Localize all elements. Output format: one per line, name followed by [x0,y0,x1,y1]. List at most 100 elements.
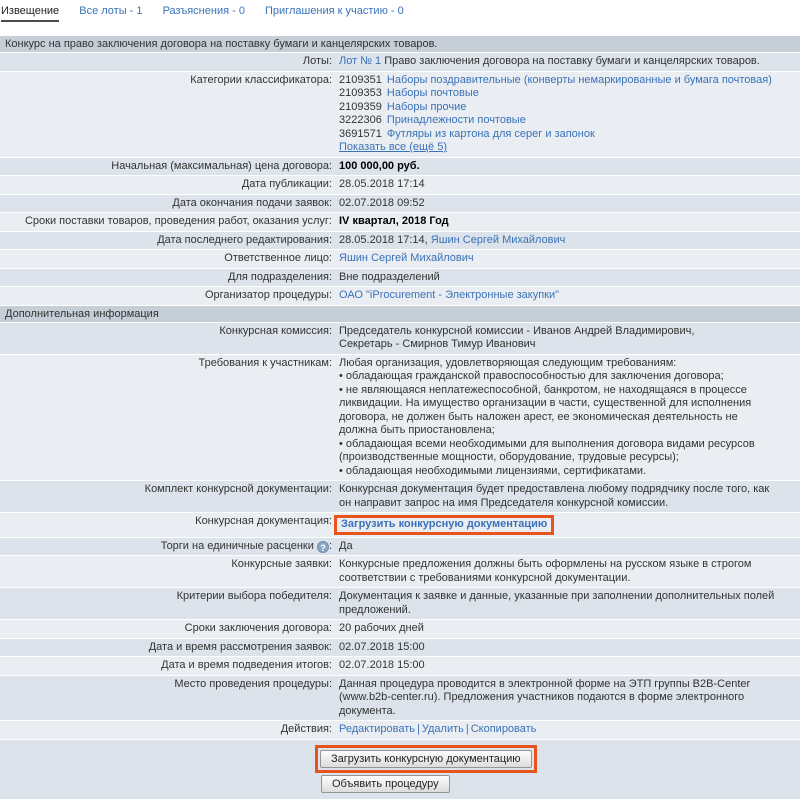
requirement-item: • не являющаяся неплатежеспособной, банк… [339,384,778,438]
row-department-value: Вне подразделений [332,270,800,286]
category-item: 3691571 Футляры из картона для серег и з… [339,128,778,142]
requirement-item: • обладающая гражданской правоспособност… [339,370,778,384]
row-lots: Лоты: Лот № 1 Право заключения договора … [0,53,800,71]
row-publication-date-label: Дата публикации: [0,177,332,193]
tender-notice-page: Извещение Все лоты - 1 Разъяснения - 0 П… [0,0,800,799]
row-department: Для подразделения: Вне подразделений [0,269,800,287]
row-bid-deadline-value: 02.07.2018 09:52 [332,196,800,212]
row-actions-label: Действия: [0,722,332,738]
row-last-edited-label: Дата последнего редактирования: [0,233,332,249]
category-code: 3222306 [339,114,382,126]
delete-action-link[interactable]: Удалить [422,723,464,735]
row-results-date-label: Дата и время подведения итогов: [0,658,332,674]
edit-action-link[interactable]: Редактировать [339,723,415,735]
show-all-categories-link[interactable]: Показать все (ещё 5) [339,141,447,153]
row-actions: Действия: Редактировать|Удалить|Скопиров… [0,721,800,739]
row-responsible-person-label: Ответственное лицо: [0,251,332,267]
additional-info-header: Дополнительная информация [0,306,800,322]
requirement-item: • обладающая всеми необходимыми для выпо… [339,438,778,465]
row-commission: Конкурсная комиссия: Председатель конкур… [0,323,800,354]
row-results-date: Дата и время подведения итогов: 02.07.20… [0,657,800,675]
row-commission-value: Председатель конкурсной комиссии - Ивано… [332,324,800,353]
row-venue-value: Данная процедура проводится в электронно… [332,677,800,720]
row-categories-value: 2109351 Наборы поздравительные (конверты… [332,73,800,156]
row-publication-date-value: 28.05.2018 17:14 [332,177,800,193]
row-doc-download-label: Конкурсная документация: [0,514,332,536]
action-separator: | [417,723,420,735]
row-categories-label: Категории классификатора: [0,73,332,156]
help-icon[interactable]: ? [317,541,329,553]
row-department-label: Для подразделения: [0,270,332,286]
tab-clarifications[interactable]: Разъяснения - 0 [163,5,245,17]
row-price-value: 100 000,00 руб. [332,159,800,175]
row-bid-deadline-label: Дата окончания подачи заявок: [0,196,332,212]
highlight-box: Загрузить конкурсную документацию [334,515,554,535]
row-review-date: Дата и время рассмотрения заявок: 02.07.… [0,639,800,657]
announce-procedure-button[interactable]: Объявить процедуру [321,775,450,793]
row-criteria: Критерии выбора победителя: Документация… [0,588,800,619]
row-review-date-label: Дата и время рассмотрения заявок: [0,640,332,656]
category-code: 2109351 [339,74,382,86]
category-link[interactable]: Наборы поздравительные (конверты немарки… [387,74,772,86]
tab-invitations[interactable]: Приглашения к участию - 0 [265,5,404,17]
row-actions-value: Редактировать|Удалить|Скопировать [332,722,800,738]
row-bids-label: Конкурсные заявки: [0,557,332,586]
last-edited-user-link[interactable]: Яшин Сергей Михайлович [431,234,566,246]
announce-button-line: Объявить процедуру [315,775,800,793]
row-doc-package: Комплект конкурсной документации: Конкур… [0,481,800,512]
category-code: 2109353 [339,87,382,99]
row-venue: Место проведения процедуры: Данная проце… [0,676,800,721]
row-last-edited: Дата последнего редактирования: 28.05.20… [0,232,800,250]
highlight-box: Загрузить конкурсную документацию [315,745,537,773]
row-bid-deadline: Дата окончания подачи заявок: 02.07.2018… [0,195,800,213]
row-criteria-label: Критерии выбора победителя: [0,589,332,618]
download-doc-button[interactable]: Загрузить конкурсную документацию [320,750,532,768]
row-responsible-person: Ответственное лицо: Яшин Сергей Михайлов… [0,250,800,268]
category-item: 3222306 Принадлежности почтовые [339,114,778,128]
responsible-person-link[interactable]: Яшин Сергей Михайлович [339,252,474,264]
row-organizer-value: ОАО "iProcurement - Электронные закупки" [332,288,800,304]
tab-notice[interactable]: Извещение [1,5,59,22]
row-review-date-value: 02.07.2018 15:00 [332,640,800,656]
row-doc-package-label: Комплект конкурсной документации: [0,482,332,511]
category-show-all-line: Показать все (ещё 5) [339,141,778,155]
tab-all-lots[interactable]: Все лоты - 1 [79,5,142,17]
row-organizer: Организатор процедуры: ОАО "iProcurement… [0,287,800,305]
row-contract-term-label: Сроки заключения договора: [0,621,332,637]
row-bids-value: Конкурсные предложения должны быть оформ… [332,557,800,586]
row-doc-download: Конкурсная документация: Загрузить конку… [0,513,800,537]
row-responsible-person-value: Яшин Сергей Михайлович [332,251,800,267]
row-delivery-terms-value: IV квартал, 2018 Год [332,214,800,230]
row-organizer-label: Организатор процедуры: [0,288,332,304]
row-unit-prices-label: Торги на единичные расценки ?: [0,539,332,555]
lot-1-link[interactable]: Лот № 1 [339,55,381,67]
category-link[interactable]: Принадлежности почтовые [387,114,526,126]
organizer-link[interactable]: ОАО "iProcurement - Электронные закупки" [339,289,559,301]
requirement-item: • обладающая необходимыми лицензиями, се… [339,465,778,479]
row-contract-term: Сроки заключения договора: 20 рабочих дн… [0,620,800,638]
category-link[interactable]: Футляры из картона для серег и запонок [387,128,595,140]
row-requirements-value: Любая организация, удовлетворяющая следу… [332,356,800,480]
row-lots-value: Лот № 1 Право заключения договора на пос… [332,54,800,70]
bottom-buttons-band: Загрузить конкурсную документацию Объяви… [0,740,800,799]
category-link[interactable]: Наборы прочие [387,101,467,113]
download-doc-link[interactable]: Загрузить конкурсную документацию [341,518,547,530]
unit-prices-label-text: Торги на единичные расценки [161,540,314,552]
row-requirements-label: Требования к участникам: [0,356,332,480]
row-criteria-value: Документация к заявке и данные, указанны… [332,589,800,618]
category-link[interactable]: Наборы почтовые [387,87,479,99]
row-delivery-terms-label: Сроки поставки товаров, проведения работ… [0,214,332,230]
row-bids: Конкурсные заявки: Конкурсные предложени… [0,556,800,587]
row-publication-date: Дата публикации: 28.05.2018 17:14 [0,176,800,194]
commission-secretary: Секретарь - Смирнов Тимур Иванович [339,338,778,352]
category-code: 2109359 [339,101,382,113]
row-venue-label: Место проведения процедуры: [0,677,332,720]
commission-chairman: Председатель конкурсной комиссии - Ивано… [339,325,778,339]
last-edited-date: 28.05.2018 17:14, [339,234,428,246]
tender-title-bar: Конкурс на право заключения договора на … [0,36,800,52]
row-unit-prices-value: Да [332,539,800,555]
copy-action-link[interactable]: Скопировать [471,723,537,735]
row-price: Начальная (максимальная) цена договора: … [0,158,800,176]
row-doc-package-value: Конкурсная документация будет предоставл… [332,482,800,511]
lot-1-title: Право заключения договора на поставку бу… [384,55,760,67]
